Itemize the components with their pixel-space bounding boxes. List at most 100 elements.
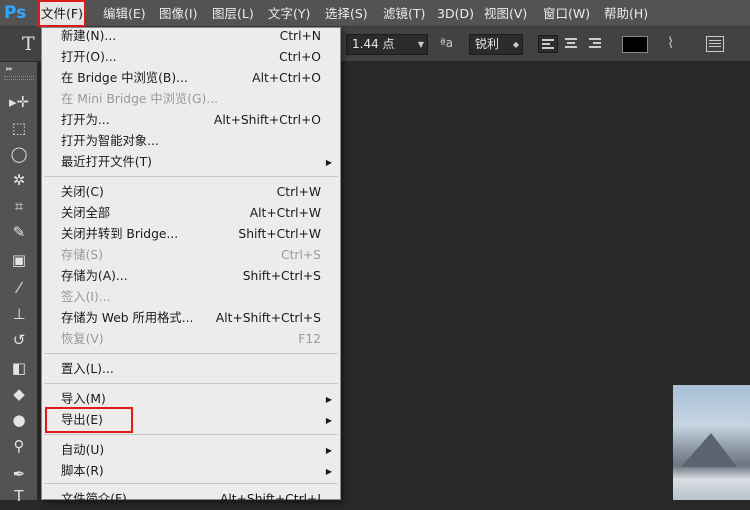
chevron-down-icon: ▼ xyxy=(417,40,424,49)
menu-item-label: 存储为 Web 所用格式... xyxy=(61,311,194,325)
align-right-button[interactable] xyxy=(586,35,606,53)
menu-item-shortcut: Shift+Ctrl+W xyxy=(238,227,321,241)
menu-file[interactable]: 文件(F) xyxy=(38,0,86,27)
menu-item-shortcut: Alt+Ctrl+W xyxy=(249,206,321,220)
blur-tool-icon[interactable]: ● xyxy=(7,410,31,430)
menu-item-label: 恢复(V) xyxy=(61,332,104,346)
menu-item-shortcut: Ctrl+W xyxy=(276,185,321,199)
align-left-button[interactable] xyxy=(538,35,558,53)
menu-item-label: 在 Mini Bridge 中浏览(G)... xyxy=(61,92,219,106)
eyedropper-tool-icon[interactable]: ✎ xyxy=(7,222,31,242)
menu-item-browse-bridge[interactable]: 在 Bridge 中浏览(B)... Alt+Ctrl+O xyxy=(42,68,340,89)
menu-item-browse-mini-bridge: 在 Mini Bridge 中浏览(G)... xyxy=(42,89,340,110)
menu-item-label: 关闭(C) xyxy=(61,185,104,199)
menu-item-save-as[interactable]: 存储为(A)... Shift+Ctrl+S xyxy=(42,266,340,287)
submenu-arrow-icon: ▶ xyxy=(325,467,332,476)
menu-bar: Ps 文件(F) 编辑(E) 图像(I) 图层(L) 文字(Y) 选择(S) 滤… xyxy=(0,0,750,27)
marquee-tool-icon[interactable]: ⬚ xyxy=(7,118,31,138)
type-tool-icon[interactable]: T xyxy=(7,486,31,506)
panel-grip[interactable] xyxy=(4,76,34,80)
menu-item-label: 打开为... xyxy=(61,113,110,127)
text-color-swatch[interactable] xyxy=(622,36,648,53)
menu-item-check-in: 签入(I)... xyxy=(42,287,340,308)
font-size-field[interactable]: 1.44 点 ▼ xyxy=(346,34,428,55)
document-image xyxy=(673,385,750,500)
menu-item-label: 在 Bridge 中浏览(B)... xyxy=(61,71,188,85)
menu-window[interactable]: 窗口(W) xyxy=(543,0,590,27)
brush-tool-icon[interactable]: ⁄ xyxy=(7,278,31,298)
menu-item-close-all[interactable]: 关闭全部 Alt+Ctrl+W xyxy=(42,203,340,224)
antialias-icon: ªa xyxy=(440,36,454,50)
menu-item-shortcut: Ctrl+N xyxy=(279,29,321,43)
menu-edit[interactable]: 编辑(E) xyxy=(103,0,146,27)
menu-item-scripts[interactable]: 脚本(R) ▶ xyxy=(42,461,340,482)
history-brush-tool-icon[interactable]: ↺ xyxy=(7,330,31,350)
menu-item-automate[interactable]: 自动(U) ▶ xyxy=(42,440,340,461)
stamp-tool-icon[interactable]: ⊥ xyxy=(7,304,31,324)
healing-tool-icon[interactable]: ▣ xyxy=(7,250,31,270)
menu-item-label: 存储为(A)... xyxy=(61,269,128,283)
antialias-value: 锐利 xyxy=(475,37,500,51)
menu-item-label: 置入(L)... xyxy=(61,362,114,376)
menu-select[interactable]: 选择(S) xyxy=(325,0,368,27)
menu-separator xyxy=(44,383,338,384)
menu-item-save: 存储(S) Ctrl+S xyxy=(42,245,340,266)
menu-help[interactable]: 帮助(H) xyxy=(604,0,648,27)
lasso-tool-icon[interactable]: ◯ xyxy=(7,144,31,164)
menu-item-shortcut: Alt+Shift+Ctrl+S xyxy=(215,311,321,325)
menu-separator xyxy=(44,176,338,177)
menu-item-new[interactable]: 新建(N)... Ctrl+N xyxy=(42,26,340,47)
menu-item-close-go-bridge[interactable]: 关闭并转到 Bridge... Shift+Ctrl+W xyxy=(42,224,340,245)
pen-tool-icon[interactable]: ✒ xyxy=(7,464,31,484)
character-panel-icon[interactable] xyxy=(706,36,724,52)
menu-item-open-as-smart-object[interactable]: 打开为智能对象... xyxy=(42,131,340,152)
menu-item-label: 脚本(R) xyxy=(61,464,104,478)
menu-item-shortcut: Ctrl+S xyxy=(281,248,321,262)
align-center-button[interactable] xyxy=(562,35,582,53)
antialias-select[interactable]: 锐利 ◆ xyxy=(469,34,523,55)
menu-item-shortcut: Alt+Shift+Ctrl+O xyxy=(213,113,321,127)
menu-item-revert: 恢复(V) F12 xyxy=(42,329,340,350)
tools-panel: ▸▸ ▸✛ ⬚ ◯ ✲ ⌗ ✎ ▣ ⁄ ⊥ ↺ ◧ ◆ ● ⚲ ✒ T xyxy=(0,62,38,505)
menu-item-open[interactable]: 打开(O)... Ctrl+O xyxy=(42,47,340,68)
menu-filter[interactable]: 滤镜(T) xyxy=(383,0,425,27)
menu-item-shortcut: Shift+Ctrl+S xyxy=(242,269,321,283)
magic-wand-tool-icon[interactable]: ✲ xyxy=(7,170,31,190)
menu-item-label: 打开为智能对象... xyxy=(61,134,159,148)
menu-separator xyxy=(44,483,338,484)
stepper-icon: ◆ xyxy=(512,40,519,49)
type-tool-preset-icon[interactable]: T xyxy=(22,33,35,55)
menu-item-recent-files[interactable]: 最近打开文件(T) ▶ xyxy=(42,152,340,173)
warp-text-icon[interactable]: ⌇ xyxy=(667,34,674,52)
photoshop-logo: Ps xyxy=(4,3,27,23)
menu-item-label: 关闭全部 xyxy=(61,206,111,220)
eraser-tool-icon[interactable]: ◧ xyxy=(7,358,31,378)
menu-type[interactable]: 文字(Y) xyxy=(268,0,310,27)
menu-item-shortcut: Ctrl+O xyxy=(279,50,321,64)
move-tool-icon[interactable]: ▸✛ xyxy=(7,92,31,112)
menu-3d[interactable]: 3D(D) xyxy=(437,0,474,27)
menu-view[interactable]: 视图(V) xyxy=(484,0,527,27)
paint-bucket-tool-icon[interactable]: ◆ xyxy=(7,384,31,404)
crop-tool-icon[interactable]: ⌗ xyxy=(7,196,31,216)
submenu-arrow-icon: ▶ xyxy=(325,158,332,167)
menu-item-open-as[interactable]: 打开为... Alt+Shift+Ctrl+O xyxy=(42,110,340,131)
menu-layer[interactable]: 图层(L) xyxy=(212,0,254,27)
menu-image[interactable]: 图像(I) xyxy=(159,0,197,27)
menu-item-label: 最近打开文件(T) xyxy=(61,155,152,169)
menu-item-label: 存储(S) xyxy=(61,248,103,262)
menu-item-label: 签入(I)... xyxy=(61,290,111,304)
menu-item-shortcut: Alt+Ctrl+O xyxy=(252,71,321,85)
menu-separator xyxy=(44,353,338,354)
dodge-tool-icon[interactable]: ⚲ xyxy=(7,436,31,456)
menu-item-close[interactable]: 关闭(C) Ctrl+W xyxy=(42,182,340,203)
menu-item-save-for-web[interactable]: 存储为 Web 所用格式... Alt+Shift+Ctrl+S xyxy=(42,308,340,329)
menu-item-shortcut: F12 xyxy=(298,332,321,346)
menu-item-place[interactable]: 置入(L)... xyxy=(42,359,340,380)
font-size-value: 1.44 点 xyxy=(352,37,395,51)
menu-separator xyxy=(44,434,338,435)
submenu-arrow-icon: ▶ xyxy=(325,446,332,455)
export-highlight-box xyxy=(45,407,133,433)
collapse-icon[interactable]: ▸▸ xyxy=(6,64,13,73)
menu-item-label: 打开(O)... xyxy=(61,50,117,64)
